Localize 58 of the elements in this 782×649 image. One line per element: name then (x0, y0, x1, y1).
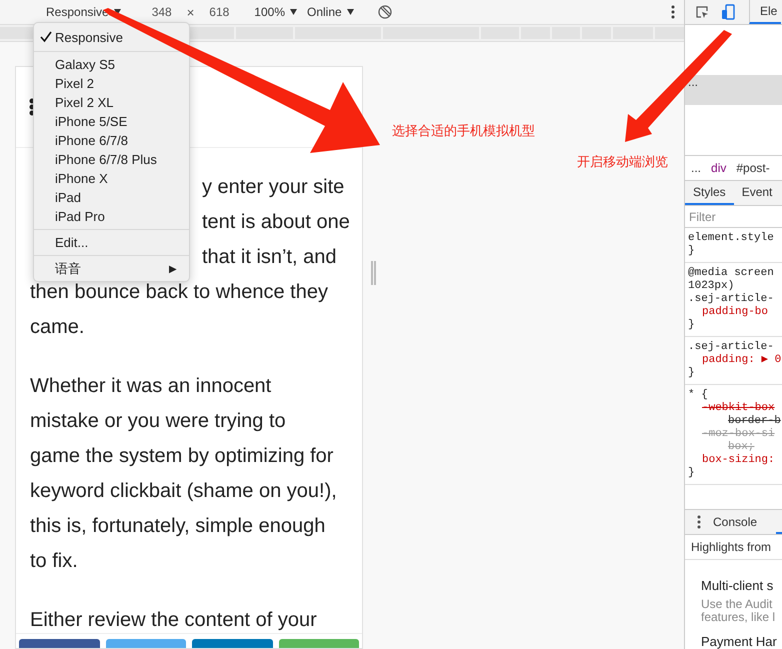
menu-item[interactable]: Pixel 2 (34, 74, 189, 93)
paragraph-line: tent is about one (202, 211, 350, 233)
css-line: 1023px) (688, 280, 736, 293)
news-text: Use the Audit (701, 598, 774, 611)
menu-item[interactable]: iPad (34, 188, 189, 207)
breadcrumb[interactable]: ... (691, 161, 702, 175)
css-line: border-b (727, 415, 782, 428)
css-line: padding: ▶ 0 (701, 354, 782, 367)
drawer-header: Highlights from (691, 540, 772, 554)
css-line: } (688, 319, 696, 332)
times-sign: × (186, 4, 194, 20)
css-line: -webkit-box (701, 402, 776, 415)
css-line: @media screen (688, 267, 775, 280)
paragraph-line: y enter your site (202, 176, 344, 198)
css-line: } (688, 367, 696, 380)
css-line: box-sizing: (701, 454, 776, 467)
annotation-text: 选择合适的手机模拟机型 (392, 123, 535, 140)
collapsed-row[interactable]: ... (688, 75, 698, 89)
css-line: } (688, 245, 696, 258)
paragraph-line: that it isn’t, and (202, 246, 337, 268)
menu-item[interactable]: Edit... (34, 233, 189, 252)
css-line: } (688, 467, 696, 480)
paragraph-line: then bounce back to whence they (30, 281, 328, 303)
menu-item[interactable]: iPhone 6/7/8 (34, 131, 189, 150)
news-text: features, like l (701, 611, 776, 624)
width-field[interactable]: 348 (138, 5, 185, 19)
paragraph-line: game the system by optimizing for (30, 445, 334, 467)
annotation-text: 开启移动端浏览 (577, 154, 668, 171)
paragraph-line: came. (30, 316, 84, 338)
network-dropdown[interactable]: Online (307, 5, 354, 19)
paragraph-line: mistake or you were trying to (30, 410, 286, 432)
css-line: -moz-box-si (701, 428, 776, 441)
menu-item[interactable]: Pixel 2 XL (34, 93, 189, 112)
css-line: .sej-article- (688, 341, 775, 354)
menu-item[interactable]: iPad Pro (34, 207, 189, 226)
menu-item[interactable]: Galaxy S5 (34, 55, 189, 74)
paragraph-line: Whether it was an innocent (30, 375, 272, 397)
css-line: * { (688, 389, 709, 402)
css-line: .sej-article- (688, 293, 775, 306)
css-line: padding-bo (701, 306, 770, 319)
menu-item[interactable]: 语音 ▶ (34, 259, 189, 278)
paragraph-line: to fix. (30, 550, 78, 572)
height-field[interactable]: 618 (196, 5, 242, 19)
menu-item[interactable]: iPhone 6/7/8 Plus (34, 150, 189, 169)
breadcrumb[interactable]: #post- (736, 161, 770, 175)
css-line: box; (727, 441, 756, 454)
zoom-dropdown[interactable]: 100% (254, 5, 297, 19)
css-line: element.style (688, 232, 775, 245)
breadcrumb[interactable]: div (711, 161, 726, 175)
menu-item[interactable]: Responsive (34, 26, 189, 48)
menu-item[interactable]: iPhone X (34, 169, 189, 188)
styles-tab[interactable]: Event (734, 181, 780, 205)
menu-item[interactable]: iPhone 5/SE (34, 112, 189, 131)
news-title: Payment Har (701, 634, 778, 649)
paragraph-line: Either review the content of your (30, 609, 317, 631)
paragraph-line: keyword clickbait (shame on you!), (30, 480, 337, 502)
news-title: Multi-client s (701, 578, 774, 593)
paragraph-line: this is, fortunately, simple enough (30, 515, 326, 537)
